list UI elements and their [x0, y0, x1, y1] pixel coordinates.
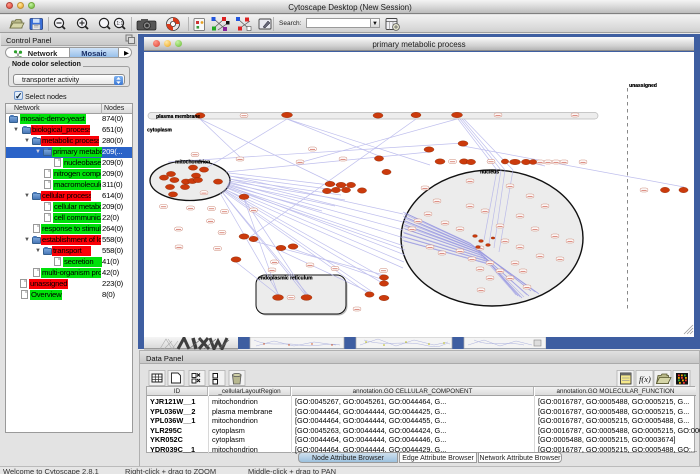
svg-text:mitochondrion: mitochondrion: [175, 159, 210, 165]
svg-text:plasma membrane: plasma membrane: [156, 114, 200, 120]
svg-text:nucleus: nucleus: [480, 169, 499, 175]
svg-text:endoplasmic reticulum: endoplasmic reticulum: [258, 276, 313, 282]
svg-text:f(x): f(x): [639, 374, 651, 384]
svg-text:cytoplasm: cytoplasm: [147, 128, 172, 134]
svg-text:unassigned: unassigned: [629, 83, 657, 89]
svg-text:1:1: 1:1: [116, 21, 123, 27]
